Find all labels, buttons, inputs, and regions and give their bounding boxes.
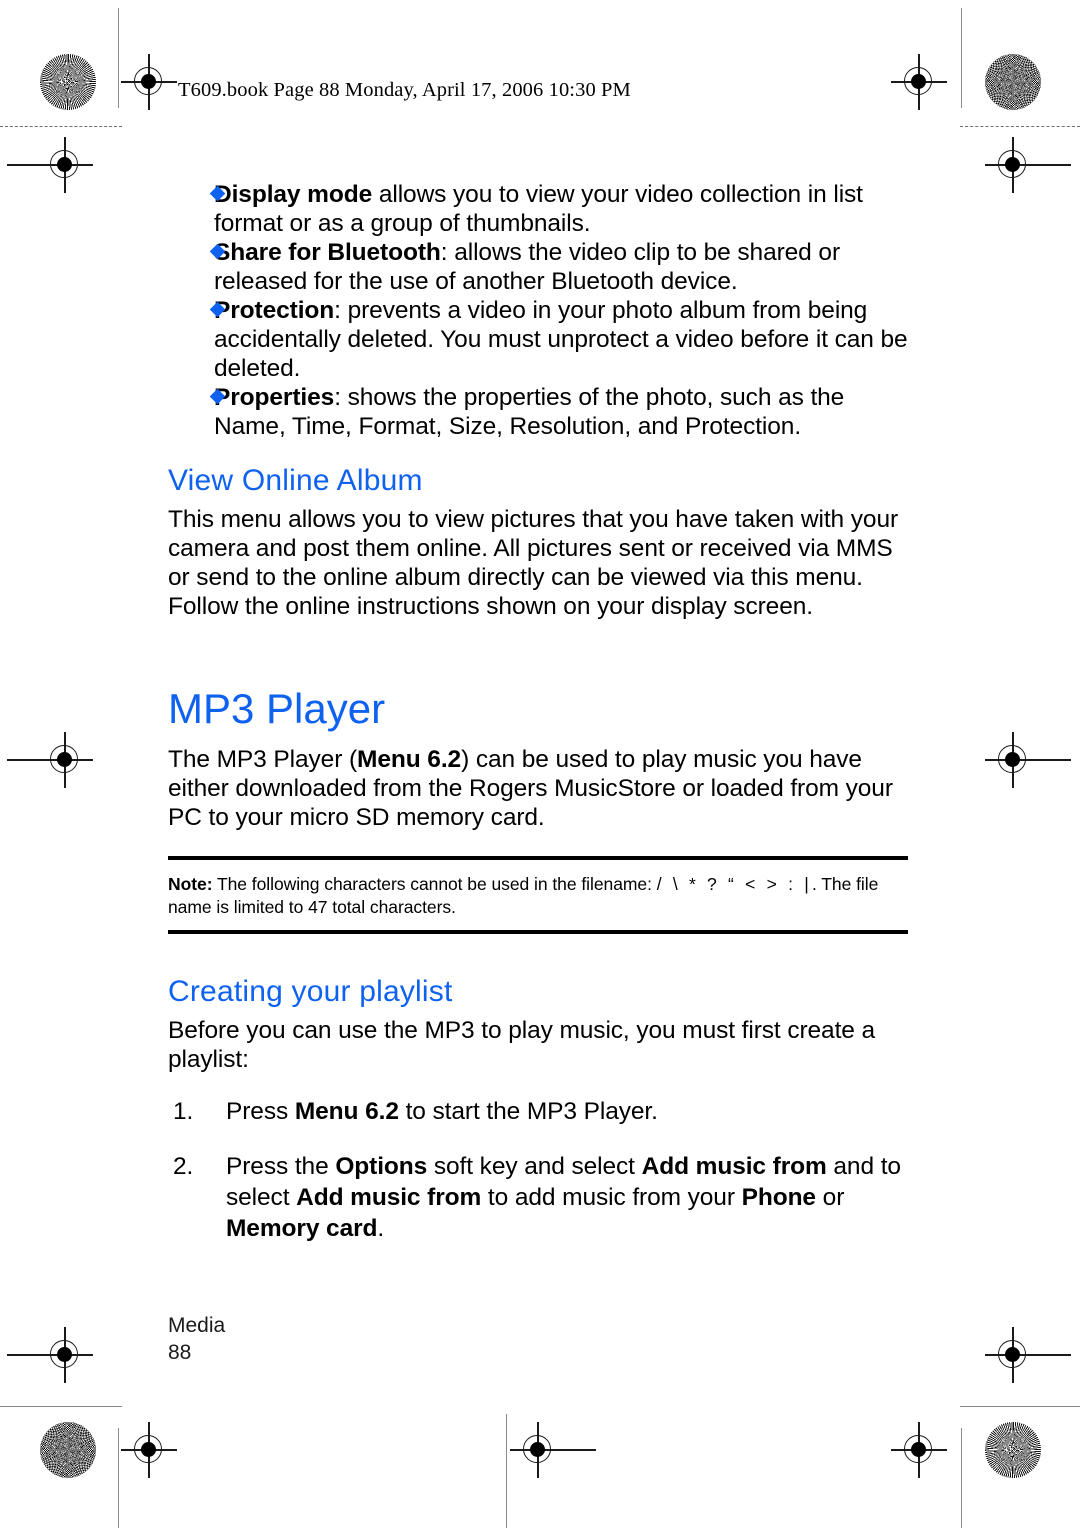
bullet-separator: : — [440, 239, 455, 266]
list-item: Press the Options soft key and select Ad… — [168, 1151, 908, 1244]
step-bold-term: Add music from — [296, 1184, 482, 1211]
crosshair-mark-right-middle — [985, 732, 1071, 788]
crosshair-mark-right-upper — [985, 137, 1071, 193]
bullet-term: Display mode — [214, 181, 373, 208]
list-item: Share for Bluetooth: allows the video cl… — [168, 238, 908, 296]
list-item: Display mode allows you to view your vid… — [168, 180, 908, 238]
playlist-steps-list: Press Menu 6.2 to start the MP3 Player. … — [168, 1096, 908, 1244]
starburst-registration-mark-bottom-right — [985, 1422, 1041, 1478]
note-box: Note: The following characters cannot be… — [168, 856, 908, 934]
list-item: Protection: prevents a video in your pho… — [168, 296, 908, 383]
step-bold-term: Options — [335, 1153, 428, 1180]
step-text: Press — [226, 1098, 295, 1125]
bullet-term: Protection — [214, 297, 335, 324]
moire-registration-mark-top-right — [985, 54, 1041, 110]
moire-registration-mark-bottom-left — [40, 1422, 96, 1478]
bullet-separator — [372, 181, 379, 208]
crosshair-mark-left-upper — [7, 137, 93, 193]
step-text: . — [377, 1215, 385, 1242]
crosshair-mark-top-right — [891, 54, 947, 110]
intro-text-before: The MP3 Player ( — [168, 746, 358, 773]
step-bold-term: Menu 6.2 — [294, 1098, 399, 1125]
trim-line-left-vertical-top — [118, 8, 120, 108]
paragraph-creating-playlist: Before you can use the MP3 to play music… — [168, 1017, 876, 1073]
crosshair-mark-bottom-right — [891, 1422, 947, 1478]
trim-line-left-vertical-bottom — [118, 1428, 120, 1528]
trim-line-right-vertical-bottom — [961, 1428, 963, 1528]
bullet-separator: : — [334, 384, 348, 411]
list-item: Properties: shows the properties of the … — [168, 383, 908, 441]
bullet-term: Properties — [214, 384, 335, 411]
step-text: soft key and select — [427, 1153, 642, 1180]
bullet-separator: : — [334, 297, 348, 324]
paragraph-mp3-player-intro: The MP3 Player (Menu 6.2) can be used to… — [168, 745, 908, 832]
trim-line-bottom-left-horizontal — [0, 1406, 122, 1408]
menu-reference: Menu 6.2 — [357, 746, 462, 773]
page-footer: Media 88 — [168, 1312, 225, 1366]
note-text-before: The following characters cannot be used … — [212, 874, 652, 894]
step-text: or — [815, 1184, 845, 1211]
feature-bullet-list: Display mode allows you to view your vid… — [168, 180, 908, 441]
step-text: to start the MP3 Player. — [398, 1098, 658, 1125]
bullet-term: Share for Bluetooth — [214, 239, 441, 266]
crosshair-mark-top-left — [121, 54, 177, 110]
crosshair-mark-left-middle — [7, 732, 93, 788]
trim-line-top-right-horizontal — [960, 126, 1080, 127]
step-bold-term: Add music from — [641, 1153, 827, 1180]
paragraph-view-online-album: This menu allows you to view pictures th… — [168, 506, 899, 620]
note-label: Note: — [168, 874, 213, 894]
page-title-mp3-player: MP3 Player — [168, 685, 386, 732]
crosshair-mark-bottom-left — [121, 1422, 177, 1478]
section-heading-view-online-album: View Online Album — [168, 464, 423, 497]
running-header: T609.book Page 88 Monday, April 17, 2006… — [178, 79, 631, 101]
crosshair-mark-right-lower — [985, 1327, 1071, 1383]
list-item: Press Menu 6.2 to start the MP3 Player. — [168, 1096, 908, 1127]
step-text: Press the — [226, 1153, 336, 1180]
footer-section-name: Media — [168, 1314, 226, 1337]
trim-line-center-vertical-bottom — [506, 1414, 508, 1528]
note-paragraph: Note: The following characters cannot be… — [168, 873, 908, 919]
trim-line-right-vertical-top — [961, 8, 963, 108]
note-special-characters: / \ * ? “ < > : | — [656, 874, 812, 894]
crosshair-mark-left-lower — [7, 1327, 93, 1383]
step-text: to add music from your — [481, 1184, 742, 1211]
page-content: Display mode allows you to view your vid… — [168, 180, 908, 1244]
section-heading-creating-playlist: Creating your playlist — [168, 975, 453, 1008]
step-bold-term: Phone — [741, 1184, 816, 1211]
starburst-registration-mark-top-left — [40, 54, 96, 110]
trim-line-top-left-horizontal — [0, 126, 122, 127]
footer-page-number: 88 — [168, 1341, 192, 1364]
step-bold-term: Memory card — [226, 1215, 378, 1242]
trim-line-bottom-right-horizontal — [960, 1406, 1080, 1408]
crosshair-mark-bottom-center — [510, 1422, 596, 1478]
